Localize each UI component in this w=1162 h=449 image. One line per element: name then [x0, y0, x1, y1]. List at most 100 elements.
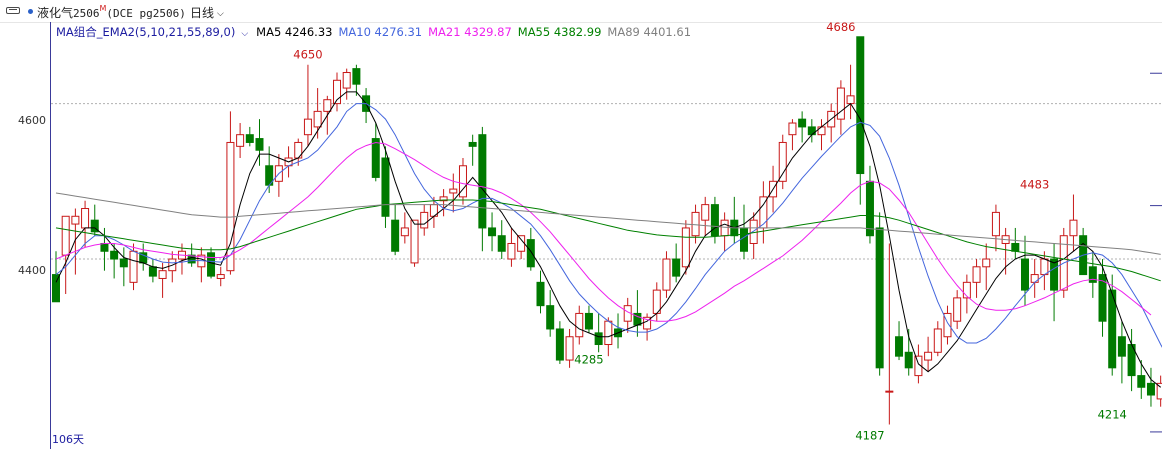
candle-up — [400, 227, 409, 237]
legend-ma10: MA10 4276.31 — [338, 25, 423, 39]
candle-down — [798, 118, 807, 128]
candle-down — [546, 305, 555, 330]
chevron-down-icon[interactable]: ⌵ — [241, 29, 248, 39]
status-dot-icon — [28, 9, 33, 14]
candle-up — [701, 204, 710, 221]
candle-down — [119, 258, 128, 268]
price-annotation: 4483 — [1020, 178, 1049, 192]
legend-ma5: MA5 4246.33 — [256, 25, 333, 39]
candle-down — [672, 258, 681, 277]
candle-down — [1146, 382, 1155, 396]
candle-up — [129, 250, 138, 283]
candle-up — [1069, 219, 1078, 237]
candle-down — [488, 227, 497, 237]
candle-up — [517, 235, 526, 252]
candle-up — [691, 211, 700, 237]
candle-up — [342, 72, 351, 89]
price-annotation: 4285 — [574, 352, 603, 366]
candle-down — [478, 134, 487, 229]
candle-down — [807, 126, 816, 136]
candle-down — [497, 235, 506, 252]
candle-down — [865, 180, 874, 237]
ma-line-ma21 — [55, 141, 1152, 322]
candle-up — [420, 211, 429, 229]
candle-down — [875, 227, 884, 369]
period-dropdown[interactable]: 日线 ⌵ — [190, 4, 224, 21]
price-annotation: 4214 — [1098, 408, 1127, 422]
candle-up — [71, 215, 80, 225]
window-list-icon[interactable] — [6, 7, 20, 14]
candle-up — [1030, 274, 1039, 283]
candle-down — [555, 328, 564, 361]
candle-up — [681, 227, 690, 268]
candle-down — [895, 336, 904, 357]
candle-down — [352, 68, 361, 85]
instrument-code: 2506 — [73, 7, 100, 20]
legend-ma89: MA89 4401.61 — [607, 25, 692, 39]
chevron-down-icon: ⌵ — [217, 9, 224, 19]
candle-up — [1156, 382, 1162, 400]
candle-up — [662, 258, 671, 291]
candle-up — [575, 312, 584, 338]
candle-down — [255, 138, 264, 151]
candle-up — [81, 208, 90, 229]
candle-up — [323, 99, 332, 112]
candle-up — [303, 118, 312, 136]
candle-down — [207, 252, 216, 277]
candle-up — [720, 219, 729, 237]
candle-up — [953, 297, 962, 322]
candle-down — [1011, 242, 1020, 252]
candle-up — [982, 258, 991, 268]
candle-down — [594, 332, 603, 346]
price-annotation: 4187 — [855, 429, 884, 443]
price-annotation: 4686 — [826, 22, 855, 34]
instrument-name: 液化气 — [37, 6, 74, 20]
candle-down — [148, 266, 157, 277]
candle-down — [1137, 375, 1146, 388]
candle-down — [1021, 258, 1029, 291]
candle-up — [507, 242, 516, 260]
candle-down — [52, 274, 60, 303]
candle-down — [526, 239, 535, 268]
period-label: 日线 — [190, 6, 215, 20]
candle-up — [604, 320, 613, 346]
indicator-legend[interactable]: MA组合_EMA2(5,10,21,55,89,0) ⌵ MA5 4246.33 MA… — [56, 24, 697, 40]
candle-down — [739, 227, 748, 252]
candle-up — [846, 95, 855, 105]
candle-up — [972, 266, 981, 283]
kline-chart[interactable]: MA组合_EMA2(5,10,21,55,89,0) ⌵ MA5 4246.33 MA… — [0, 22, 1162, 449]
candle-down — [245, 134, 254, 143]
candle-down — [710, 204, 719, 237]
candle-up — [410, 219, 419, 264]
price-annotation: 4650 — [293, 48, 322, 62]
candle-down — [1050, 258, 1059, 291]
candle-down — [381, 157, 390, 217]
title-bar: 液化气2506M(DCE pg2506) 日线 ⌵ — [0, 0, 1162, 23]
candle-down — [100, 242, 109, 252]
candle-up — [61, 215, 70, 256]
candle-up — [885, 390, 894, 393]
candle-up — [924, 351, 933, 361]
candle-down — [371, 138, 380, 178]
candle-down — [468, 141, 477, 147]
candle-up — [991, 211, 1000, 237]
candle-down — [391, 219, 400, 252]
candle-down — [536, 281, 545, 307]
legend-ma55: MA55 4382.99 — [517, 25, 602, 39]
candle-up — [817, 126, 826, 136]
candle-up — [216, 274, 225, 279]
candle-up — [788, 122, 797, 136]
candle-up — [449, 188, 458, 194]
candle-up — [158, 270, 167, 279]
indicator-title[interactable]: MA组合_EMA2(5,10,21,55,89,0) — [56, 25, 235, 39]
candlestick-plot[interactable]: 4650 4686 4483 4285 4187 4214 — [0, 22, 1162, 449]
instrument-title: 液化气2506M(DCE pg2506) — [37, 4, 186, 21]
candle-up — [778, 141, 787, 182]
candle-down — [1117, 336, 1126, 357]
candle-up — [313, 110, 322, 128]
candle-down — [584, 312, 593, 330]
candle-up — [933, 328, 942, 353]
legend-ma21: MA21 4329.87 — [428, 25, 512, 39]
symbol-info: (DCE pg2506) — [106, 7, 186, 20]
candle-down — [904, 351, 913, 369]
